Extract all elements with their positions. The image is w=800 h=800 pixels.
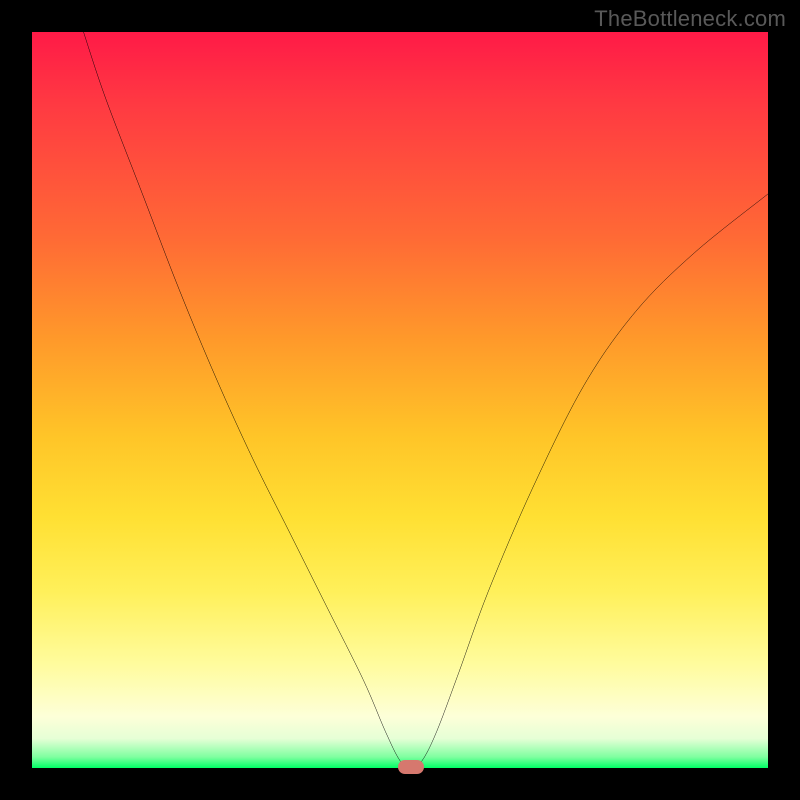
watermark-text: TheBottleneck.com [594, 6, 786, 32]
optimal-zone-marker [398, 760, 424, 774]
bottleneck-curve-svg [32, 32, 768, 768]
bottleneck-curve-path [84, 32, 768, 768]
chart-frame: TheBottleneck.com [0, 0, 800, 800]
